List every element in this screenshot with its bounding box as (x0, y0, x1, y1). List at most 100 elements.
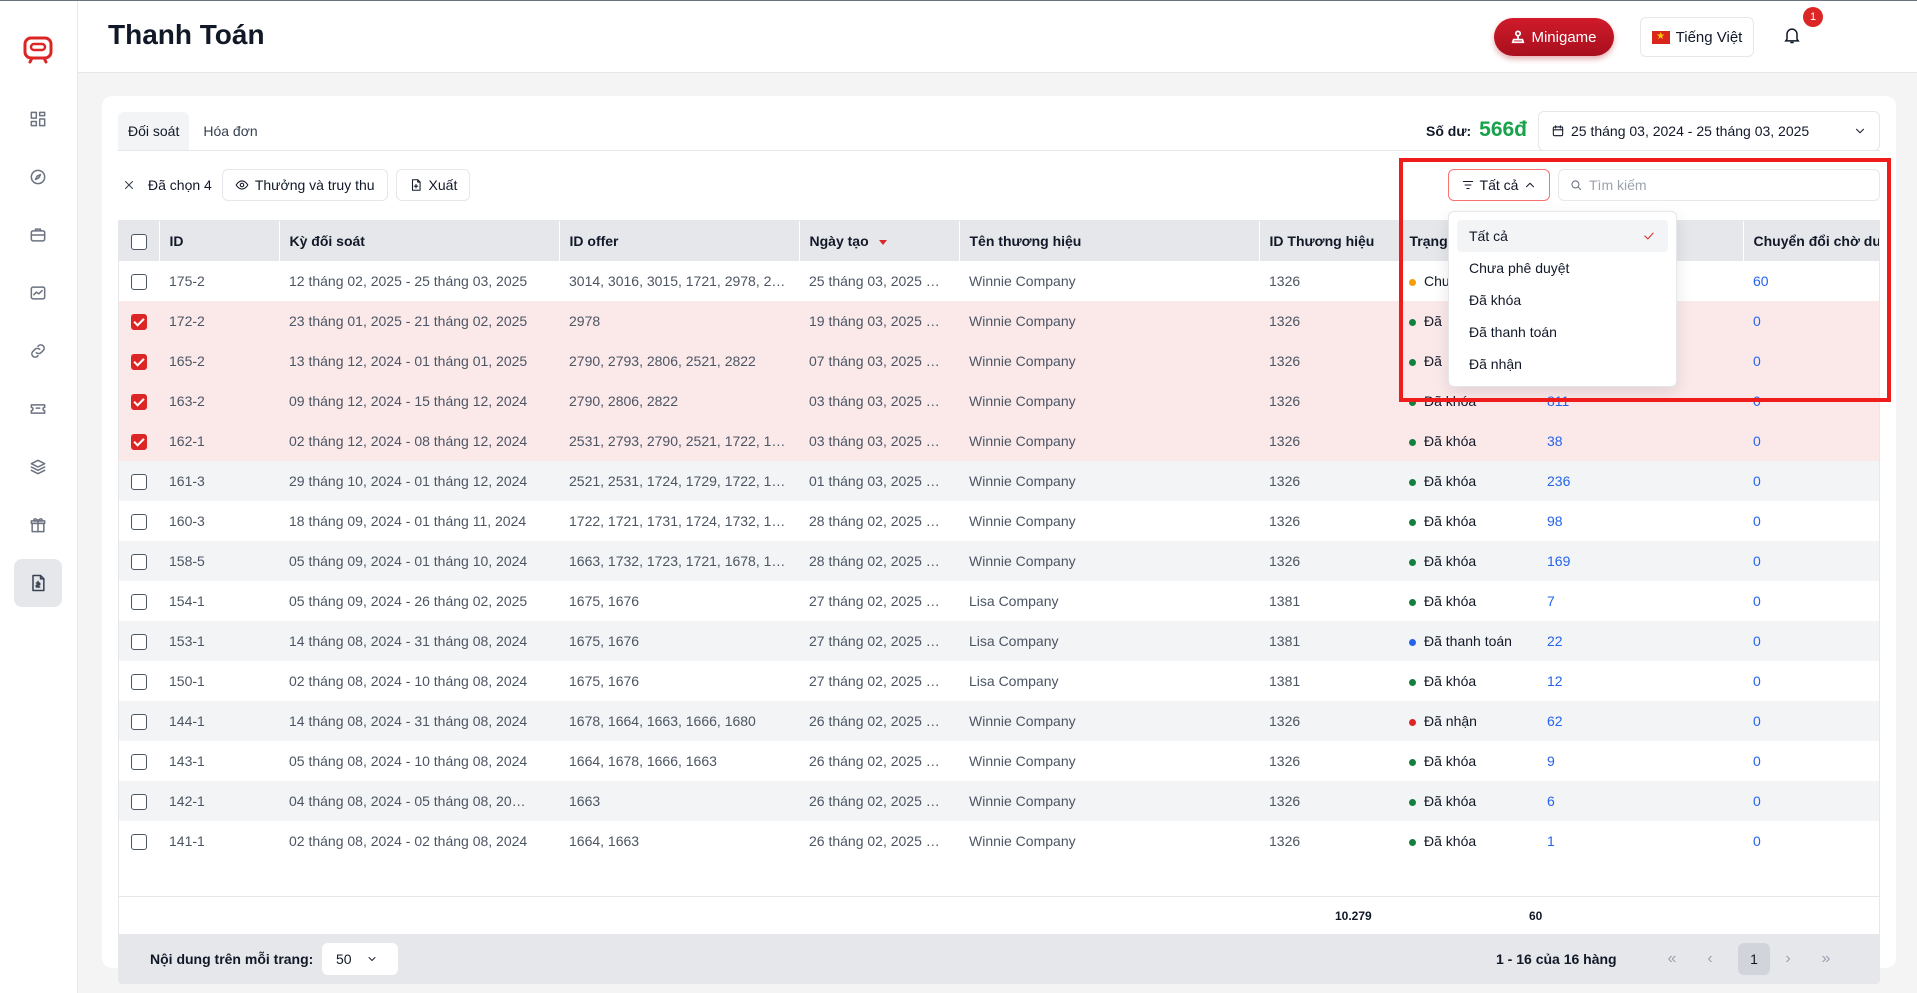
cell-id: 142-1 (169, 793, 205, 809)
date-range-picker[interactable]: 25 tháng 03, 2024 - 25 tháng 03, 2025 (1538, 111, 1880, 151)
row-checkbox[interactable] (131, 713, 147, 730)
export-button[interactable]: Xuất (395, 169, 471, 201)
cell-approved[interactable]: 38 (1537, 421, 1743, 461)
cell-pending[interactable]: 0 (1743, 581, 1879, 621)
cell-pending[interactable]: 0 (1743, 501, 1879, 541)
cell-pending[interactable]: 0 (1743, 741, 1879, 781)
nav-payments[interactable] (14, 559, 62, 607)
cell-pending[interactable]: 0 (1743, 381, 1879, 421)
cell-approved[interactable]: 62 (1537, 701, 1743, 741)
nav-links[interactable] (14, 327, 62, 375)
tab-reconciliation[interactable]: Đối soát (118, 112, 190, 150)
column-offer-id[interactable]: ID offer (559, 221, 800, 261)
nav-tickets[interactable] (14, 385, 62, 433)
filter-option-all[interactable]: Tất cả (1457, 220, 1668, 252)
cell-pending[interactable]: 0 (1743, 301, 1879, 341)
row-checkbox[interactable] (131, 633, 147, 650)
row-checkbox[interactable] (131, 553, 147, 570)
select-all-checkbox[interactable] (130, 233, 147, 250)
column-brand[interactable]: Tên thương hiệu (959, 221, 1260, 261)
cell-pending[interactable]: 0 (1743, 821, 1879, 861)
cell-pending[interactable]: 0 (1743, 461, 1879, 501)
filter-option-unapproved[interactable]: Chưa phê duyệt (1457, 252, 1668, 284)
nav-gifts[interactable] (14, 501, 62, 549)
table-row[interactable]: 160-3 18 tháng 09, 2024 - 01 tháng 11, 20… (119, 501, 1879, 541)
cell-approved[interactable]: 1 (1537, 821, 1743, 861)
minigame-button[interactable]: Minigame (1494, 18, 1614, 56)
row-checkbox[interactable] (131, 273, 147, 290)
cell-approved[interactable]: 7 (1537, 581, 1743, 621)
nav-dashboard[interactable] (14, 95, 62, 143)
row-checkbox[interactable] (131, 513, 147, 530)
table-row[interactable]: 162-1 02 tháng 12, 2024 - 08 tháng 12, 20… (119, 421, 1879, 461)
table-row[interactable]: 154-1 05 tháng 09, 2024 - 26 tháng 02, 20… (119, 581, 1879, 621)
column-pending[interactable]: Chuyển đổi chờ duy (1743, 221, 1879, 261)
row-checkbox[interactable] (131, 793, 147, 810)
row-checkbox[interactable] (131, 833, 147, 850)
cell-offers: 1678, 1664, 1663, 1666, 1680 (569, 713, 756, 729)
first-page-button[interactable]: « (1656, 943, 1688, 975)
table-row[interactable]: 158-5 05 tháng 09, 2024 - 01 tháng 10, 20… (119, 541, 1879, 581)
tab-invoices[interactable]: Hóa đơn (193, 112, 267, 150)
cell-pending[interactable]: 0 (1743, 621, 1879, 661)
nav-offers[interactable] (14, 211, 62, 259)
table-row[interactable]: 143-1 05 tháng 08, 2024 - 10 tháng 08, 20… (119, 741, 1879, 781)
cell-pending[interactable]: 0 (1743, 701, 1879, 741)
row-checkbox[interactable] (131, 393, 147, 410)
nav-layers[interactable] (14, 443, 62, 491)
reward-button[interactable]: Thưởng và truy thu (221, 169, 388, 201)
cell-approved[interactable]: 12 (1537, 661, 1743, 701)
row-checkbox[interactable] (131, 593, 147, 610)
cell-period: 04 tháng 08, 2024 - 05 tháng 08, 20… (289, 793, 526, 809)
table-row[interactable]: 153-1 14 tháng 08, 2024 - 31 tháng 08, 20… (119, 621, 1879, 661)
row-checkbox[interactable] (131, 353, 147, 370)
table-row[interactable]: 163-2 09 tháng 12, 2024 - 15 tháng 12, 20… (119, 381, 1879, 421)
cell-brand: Winnie Company (969, 273, 1076, 289)
table-row[interactable]: 150-1 02 tháng 08, 2024 - 10 tháng 08, 20… (119, 661, 1879, 701)
cell-pending[interactable]: 0 (1743, 421, 1879, 461)
filter-option-received[interactable]: Đã nhận (1457, 348, 1668, 380)
column-brand-id[interactable]: ID Thương hiệu (1259, 221, 1400, 261)
notification-button[interactable] (1782, 25, 1806, 49)
per-page-select[interactable]: 50 (322, 943, 398, 975)
filter-option-paid[interactable]: Đã thanh toán (1457, 316, 1668, 348)
search-input[interactable] (1589, 177, 1869, 193)
page-1-button[interactable]: 1 (1738, 943, 1770, 975)
cell-pending[interactable]: 0 (1743, 341, 1879, 381)
table-row[interactable]: 142-1 04 tháng 08, 2024 - 05 tháng 08, 20… (119, 781, 1879, 821)
row-checkbox[interactable] (131, 433, 147, 450)
nav-explore[interactable] (14, 153, 62, 201)
cell-pending[interactable]: 0 (1743, 781, 1879, 821)
table-row[interactable]: 161-3 29 tháng 10, 2024 - 01 tháng 12, 20… (119, 461, 1879, 501)
nav-reports[interactable] (14, 269, 62, 317)
cell-approved[interactable]: 98 (1537, 501, 1743, 541)
cell-approved[interactable]: 236 (1537, 461, 1743, 501)
row-select-cell (119, 661, 159, 701)
logo-icon[interactable] (22, 34, 54, 64)
last-page-button[interactable]: » (1810, 943, 1842, 975)
column-id[interactable]: ID (159, 221, 280, 261)
table-row[interactable]: 141-1 02 tháng 08, 2024 - 02 tháng 08, 20… (119, 821, 1879, 861)
next-page-button[interactable]: › (1772, 943, 1804, 975)
clear-selection-button[interactable] (118, 174, 140, 196)
language-selector[interactable]: ★ Tiếng Việt (1640, 17, 1754, 57)
status-filter-button[interactable]: Tất cả (1448, 169, 1550, 201)
filter-option-locked[interactable]: Đã khóa (1457, 284, 1668, 316)
row-checkbox[interactable] (131, 673, 147, 690)
cell-approved[interactable]: 811 (1537, 381, 1743, 421)
row-checkbox[interactable] (131, 313, 147, 330)
cell-pending[interactable]: 0 (1743, 541, 1879, 581)
cell-approved[interactable]: 6 (1537, 781, 1743, 821)
column-created[interactable]: Ngày tạo (799, 221, 960, 261)
row-checkbox[interactable] (131, 473, 147, 490)
cell-pending[interactable]: 60 (1743, 261, 1879, 301)
table-row[interactable]: 144-1 14 tháng 08, 2024 - 31 tháng 08, 20… (119, 701, 1879, 741)
cell-approved[interactable]: 9 (1537, 741, 1743, 781)
cell-pending[interactable]: 0 (1743, 661, 1879, 701)
row-checkbox[interactable] (131, 753, 147, 770)
cell-offers: 2790, 2806, 2822 (569, 393, 678, 409)
cell-approved[interactable]: 22 (1537, 621, 1743, 661)
column-period[interactable]: Kỳ đối soát (279, 221, 560, 261)
prev-page-button[interactable]: ‹ (1694, 943, 1726, 975)
cell-approved[interactable]: 169 (1537, 541, 1743, 581)
